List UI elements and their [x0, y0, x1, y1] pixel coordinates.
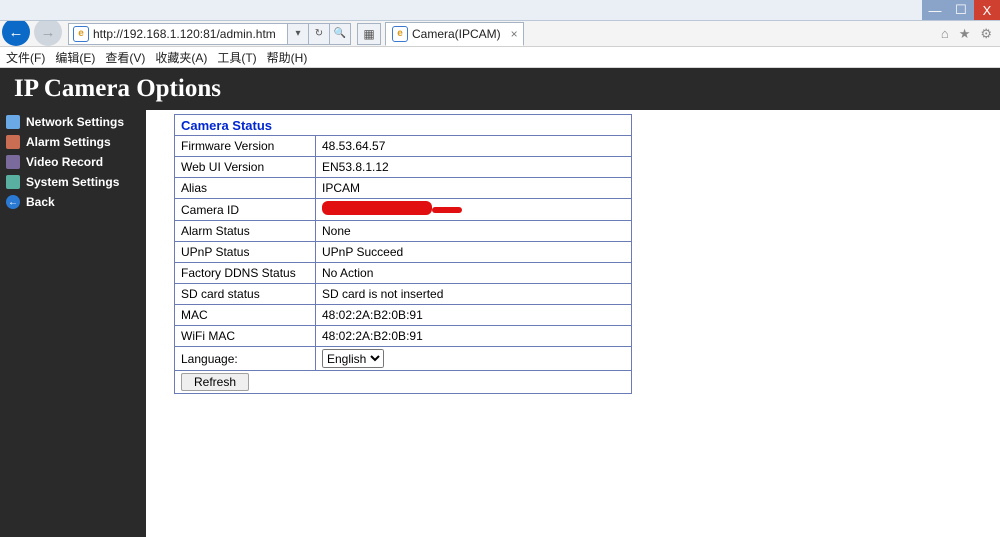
- row-value: None: [316, 221, 632, 242]
- page-header: IP Camera Options: [0, 68, 1000, 110]
- browser-menu-bar: 文件(F) 编辑(E) 查看(V) 收藏夹(A) 工具(T) 帮助(H): [0, 47, 1000, 68]
- row-value: English: [316, 347, 632, 371]
- sidebar-item-label: Alarm Settings: [26, 135, 111, 149]
- back-button[interactable]: ←: [2, 18, 30, 46]
- table-row: UPnP StatusUPnP Succeed: [175, 242, 632, 263]
- table-row: WiFi MAC48:02:2A:B2:0B:91: [175, 326, 632, 347]
- video-icon: [6, 155, 20, 169]
- sidebar: Network Settings Alarm Settings Video Re…: [0, 110, 146, 537]
- table-row: AliasIPCAM: [175, 178, 632, 199]
- tab-close-button[interactable]: ×: [511, 27, 518, 41]
- browser-tab-camera[interactable]: e Camera(IPCAM) ×: [385, 22, 524, 46]
- table-row: Camera ID: [175, 199, 632, 221]
- sidebar-item-label: Back: [26, 195, 55, 209]
- tab-title: Camera(IPCAM): [412, 27, 501, 41]
- table-row: Language: English: [175, 347, 632, 371]
- row-value: EN53.8.1.12: [316, 157, 632, 178]
- redacted-value: [322, 201, 432, 215]
- row-label: Firmware Version: [175, 136, 316, 157]
- menu-help[interactable]: 帮助(H): [267, 49, 308, 66]
- address-url: http://192.168.1.120:81/admin.htm: [93, 27, 276, 41]
- row-label: Camera ID: [175, 199, 316, 221]
- row-value: UPnP Succeed: [316, 242, 632, 263]
- new-tab-button[interactable]: ▦: [357, 23, 381, 45]
- ie-page-icon: e: [392, 26, 408, 42]
- address-search-button[interactable]: 🔍: [330, 23, 351, 45]
- ie-page-icon: e: [73, 26, 89, 42]
- favorites-icon[interactable]: ★: [959, 26, 971, 42]
- home-icon[interactable]: ⌂: [941, 26, 949, 42]
- row-label: Factory DDNS Status: [175, 263, 316, 284]
- row-label: WiFi MAC: [175, 326, 316, 347]
- row-value: 48:02:2A:B2:0B:91: [316, 326, 632, 347]
- window-maximize-button[interactable]: ☐: [948, 0, 974, 20]
- table-row: Alarm StatusNone: [175, 221, 632, 242]
- address-dropdown-button[interactable]: ▾: [288, 23, 309, 45]
- refresh-row: Refresh: [175, 371, 632, 394]
- sidebar-item-alarm[interactable]: Alarm Settings: [0, 132, 146, 152]
- sidebar-item-label: System Settings: [26, 175, 119, 189]
- alarm-icon: [6, 135, 20, 149]
- table-row: MAC48:02:2A:B2:0B:91: [175, 305, 632, 326]
- page-title: IP Camera Options: [14, 75, 221, 103]
- network-icon: [6, 115, 20, 129]
- row-label: Web UI Version: [175, 157, 316, 178]
- tools-gear-icon[interactable]: ⚙: [980, 26, 992, 42]
- browser-toolbar: ← → e http://192.168.1.120:81/admin.htm …: [0, 21, 1000, 47]
- row-value: 48.53.64.57: [316, 136, 632, 157]
- row-label: SD card status: [175, 284, 316, 305]
- back-arrow-icon: ←: [6, 195, 20, 209]
- forward-button[interactable]: →: [34, 18, 62, 46]
- row-label: Alias: [175, 178, 316, 199]
- refresh-button[interactable]: Refresh: [181, 373, 249, 391]
- sidebar-item-label: Network Settings: [26, 115, 124, 129]
- table-row: Factory DDNS StatusNo Action: [175, 263, 632, 284]
- sidebar-item-back[interactable]: ← Back: [0, 192, 146, 212]
- gear-icon: [6, 175, 20, 189]
- row-value: SD card is not inserted: [316, 284, 632, 305]
- menu-edit[interactable]: 编辑(E): [55, 49, 95, 66]
- table-row: SD card statusSD card is not inserted: [175, 284, 632, 305]
- window-titlebar-strip: — ☐ X: [0, 0, 1000, 21]
- table-row: Web UI VersionEN53.8.1.12: [175, 157, 632, 178]
- row-label: MAC: [175, 305, 316, 326]
- window-minimize-button[interactable]: —: [922, 0, 948, 20]
- address-refresh-button[interactable]: ↻: [309, 23, 330, 45]
- row-label: UPnP Status: [175, 242, 316, 263]
- row-value: IPCAM: [316, 178, 632, 199]
- row-value: [316, 199, 632, 221]
- status-title: Camera Status: [175, 115, 632, 136]
- sidebar-item-network[interactable]: Network Settings: [0, 112, 146, 132]
- row-value: No Action: [316, 263, 632, 284]
- sidebar-item-system[interactable]: System Settings: [0, 172, 146, 192]
- camera-status-table: Camera Status Firmware Version48.53.64.5…: [174, 114, 632, 394]
- row-value: 48:02:2A:B2:0B:91: [316, 305, 632, 326]
- content-area: Camera Status Firmware Version48.53.64.5…: [146, 110, 1000, 537]
- menu-tools[interactable]: 工具(T): [217, 49, 256, 66]
- sidebar-item-video[interactable]: Video Record: [0, 152, 146, 172]
- sidebar-item-label: Video Record: [26, 155, 103, 169]
- menu-view[interactable]: 查看(V): [105, 49, 145, 66]
- window-close-button[interactable]: X: [974, 0, 1000, 20]
- menu-fav[interactable]: 收藏夹(A): [155, 49, 207, 66]
- language-select[interactable]: English: [322, 349, 384, 368]
- row-label: Language:: [175, 347, 316, 371]
- menu-file[interactable]: 文件(F): [6, 49, 45, 66]
- table-row: Firmware Version48.53.64.57: [175, 136, 632, 157]
- row-label: Alarm Status: [175, 221, 316, 242]
- address-bar[interactable]: e http://192.168.1.120:81/admin.htm: [68, 23, 288, 45]
